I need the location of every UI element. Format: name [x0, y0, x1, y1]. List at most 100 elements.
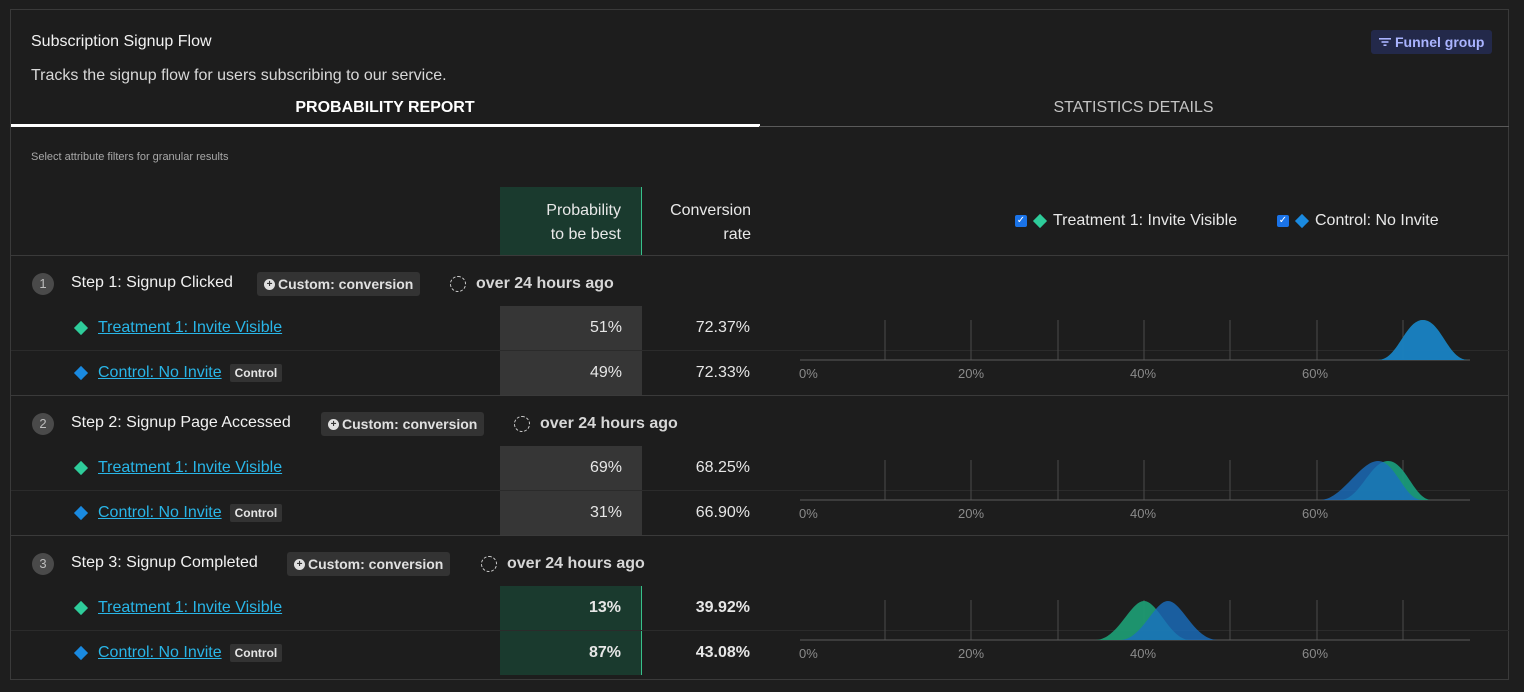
- axis-tick: 20%: [958, 366, 984, 381]
- experiment-title: Subscription Signup Flow: [31, 33, 212, 50]
- step-number-badge: 2: [32, 413, 54, 435]
- conversion-header-line2: rate: [723, 226, 751, 243]
- attribute-filter-hint: Select attribute filters for granular re…: [31, 151, 229, 163]
- filter-icon: [1379, 38, 1391, 46]
- funnel-group-button[interactable]: Funnel group: [1371, 30, 1493, 54]
- step-title: Step 3: Signup Completed: [71, 554, 258, 571]
- control-checkbox[interactable]: ✓: [1277, 215, 1289, 227]
- step-title: Step 2: Signup Page Accessed: [71, 414, 291, 431]
- distribution-chart: 0% 20% 40% 60%: [799, 460, 1470, 521]
- axis-tick: 20%: [958, 506, 984, 521]
- control-diamond-icon: [1294, 213, 1310, 229]
- axis-tick: 0%: [799, 506, 818, 521]
- variant-row-control: Control: No Invite Control: [73, 644, 283, 662]
- plus-circle-icon: +: [264, 278, 275, 290]
- axis-tick: 40%: [1130, 366, 1156, 381]
- step-time: over 24 hours ago: [450, 275, 614, 293]
- plus-circle-icon: +: [294, 558, 305, 570]
- probability-cell: 13%: [500, 586, 642, 630]
- step-time: over 24 hours ago: [481, 555, 645, 573]
- probability-header-line1: Probability: [546, 202, 621, 219]
- probability-column-header[interactable]: Probability to be best: [500, 187, 642, 255]
- axis-tick: 60%: [1302, 646, 1328, 661]
- tab-divider: [759, 126, 1509, 127]
- active-tab-indicator: [11, 124, 760, 127]
- treatment-diamond-icon: [73, 460, 89, 476]
- step-title: Step 1: Signup Clicked: [71, 274, 233, 291]
- custom-conversion-label: Custom: conversion: [342, 416, 478, 432]
- distribution-chart: 0% 20% 40% 60%: [799, 320, 1470, 381]
- axis-tick: 60%: [1302, 506, 1328, 521]
- control-distribution: [1378, 320, 1468, 360]
- probability-cell: 51%: [500, 306, 642, 350]
- control-diamond-icon: [73, 645, 89, 661]
- variant-link-control[interactable]: Control: No Invite: [98, 504, 222, 522]
- step-time: over 24 hours ago: [514, 415, 678, 433]
- step-number-badge: 3: [32, 553, 54, 575]
- axis-tick: 0%: [799, 366, 818, 381]
- conversion-column-header[interactable]: Conversion rate: [643, 187, 751, 255]
- probability-cell: 69%: [500, 446, 642, 490]
- treatment-diamond-icon: [73, 600, 89, 616]
- custom-conversion-label: Custom: conversion: [308, 556, 444, 572]
- dashed-clock-icon: [514, 416, 530, 432]
- legend-label-treatment: Treatment 1: Invite Visible: [1053, 212, 1238, 229]
- variant-row-treatment: Treatment 1: Invite Visible: [73, 599, 282, 617]
- probability-cell: 87%: [500, 631, 642, 675]
- legend-label-control: Control: No Invite: [1315, 212, 1439, 229]
- header-divider: [11, 255, 1509, 256]
- conversion-cell: 39.92%: [695, 599, 750, 616]
- conversion-cell: 43.08%: [695, 644, 750, 661]
- step-divider: [11, 395, 1509, 396]
- variant-row-treatment: Treatment 1: Invite Visible: [73, 319, 282, 337]
- legend-item-treatment[interactable]: ✓ Treatment 1: Invite Visible: [1015, 212, 1237, 230]
- control-badge: Control: [229, 364, 283, 382]
- custom-conversion-badge: + Custom: conversion: [287, 552, 451, 576]
- conversion-cell: 68.25%: [695, 459, 750, 476]
- treatment-diamond-icon: [1032, 213, 1048, 229]
- dashed-clock-icon: [481, 556, 497, 572]
- treatment-diamond-icon: [73, 320, 89, 336]
- custom-conversion-badge: + Custom: conversion: [321, 412, 485, 436]
- dashed-clock-icon: [450, 276, 466, 292]
- step-time-label: over 24 hours ago: [540, 415, 678, 432]
- step-divider: [11, 535, 1509, 536]
- control-diamond-icon: [73, 505, 89, 521]
- treatment-checkbox[interactable]: ✓: [1015, 215, 1027, 227]
- step-number-badge: 1: [32, 273, 54, 295]
- funnel-group-label: Funnel group: [1395, 34, 1485, 50]
- probability-cell: 49%: [500, 351, 642, 395]
- plus-circle-icon: +: [328, 418, 339, 430]
- experiment-description: Tracks the signup flow for users subscri…: [31, 67, 447, 84]
- axis-tick: 60%: [1302, 366, 1328, 381]
- variant-link-control[interactable]: Control: No Invite: [98, 644, 222, 662]
- variant-link-treatment[interactable]: Treatment 1: Invite Visible: [98, 319, 282, 337]
- control-badge: Control: [229, 644, 283, 662]
- step-time-label: over 24 hours ago: [507, 555, 645, 572]
- axis-tick: 40%: [1130, 506, 1156, 521]
- variant-row-control: Control: No Invite Control: [73, 364, 283, 382]
- tab-probability-report[interactable]: PROBABILITY REPORT: [11, 99, 759, 117]
- legend-item-control[interactable]: ✓ Control: No Invite: [1277, 212, 1439, 230]
- variant-row-control: Control: No Invite Control: [73, 504, 283, 522]
- custom-conversion-label: Custom: conversion: [278, 276, 414, 292]
- custom-conversion-badge: + Custom: conversion: [257, 272, 421, 296]
- control-badge: Control: [229, 504, 283, 522]
- variant-link-treatment[interactable]: Treatment 1: Invite Visible: [98, 459, 282, 477]
- conversion-header-line1: Conversion: [670, 202, 751, 219]
- axis-tick: 40%: [1130, 646, 1156, 661]
- step-time-label: over 24 hours ago: [476, 275, 614, 292]
- tab-statistics-details[interactable]: STATISTICS DETAILS: [759, 99, 1508, 117]
- probability-cell: 31%: [500, 491, 642, 535]
- axis-tick: 20%: [958, 646, 984, 661]
- variant-row-treatment: Treatment 1: Invite Visible: [73, 459, 282, 477]
- conversion-cell: 66.90%: [695, 504, 750, 521]
- probability-header-line2: to be best: [550, 226, 621, 243]
- distribution-chart: 0% 20% 40% 60%: [799, 600, 1470, 661]
- conversion-cell: 72.33%: [695, 364, 750, 381]
- axis-tick: 0%: [799, 646, 818, 661]
- variant-link-treatment[interactable]: Treatment 1: Invite Visible: [98, 599, 282, 617]
- control-diamond-icon: [73, 365, 89, 381]
- conversion-cell: 72.37%: [695, 319, 750, 336]
- variant-link-control[interactable]: Control: No Invite: [98, 364, 222, 382]
